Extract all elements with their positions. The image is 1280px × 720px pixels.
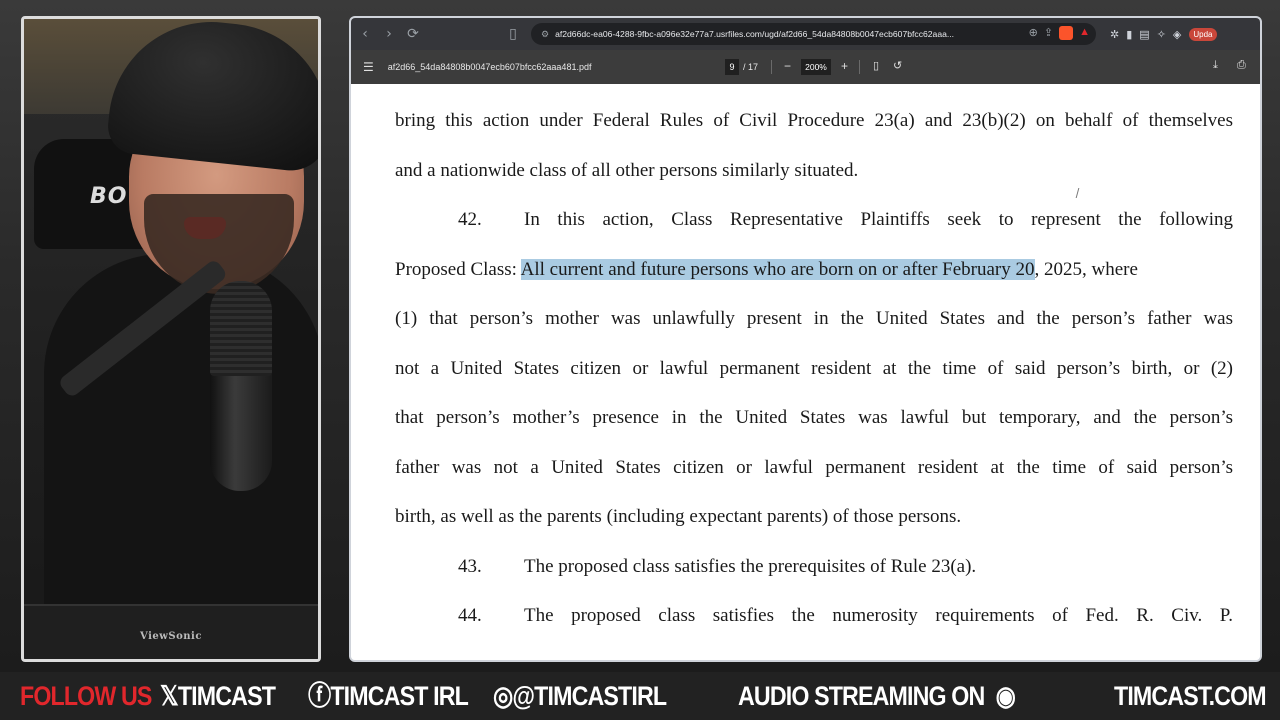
vpn-icon[interactable]: ◈ [1173, 28, 1181, 41]
bookmark-icon[interactable]: ▯ [503, 24, 523, 44]
page-number-input[interactable]: 9 [725, 59, 739, 75]
audio-streaming: AUDIO STREAMING ON ◉ [738, 673, 1016, 719]
rotate-icon[interactable]: ↺ [893, 59, 902, 72]
follow-us-label: FOLLOW US [20, 681, 152, 711]
document-line: birth, as well as the parents (including… [395, 506, 962, 527]
document-line: In this action, Class Representative Pla… [524, 209, 1233, 230]
pdf-page: bring this action under Federal Rules of… [351, 84, 1260, 660]
back-icon[interactable]: ‹ [355, 24, 375, 44]
address-bar-row: ‹ › ⟳ ▯ ⚙ af2d66dc-ea06-4288-9fbc-a096e3… [351, 18, 1260, 50]
url-field[interactable]: ⚙ af2d66dc-ea06-4288-9fbc-a096e32e77a7.u… [531, 23, 1096, 45]
document-line: bring this action under Federal Rules of… [395, 110, 1233, 131]
document-line: father was not a United States citizen o… [395, 457, 1233, 478]
host-torso [44, 254, 318, 659]
instagram-handle: ◎@TIMCASTIRL [493, 673, 667, 719]
document-line: not a United States citizen or lawful pe… [395, 358, 1233, 379]
facebook-handle-text: TIMCAST IRL [330, 681, 468, 711]
x-logo-icon: 𝕏 [160, 681, 179, 711]
fit-page-icon[interactable]: ▯ [873, 59, 879, 72]
wallet-icon[interactable]: ▤ [1139, 28, 1149, 41]
pdf-toolbar: ☰ af2d66_54da84808b0047ecb607bfcc62aaa48… [351, 50, 1260, 84]
line-suffix: , 2025, where [1034, 259, 1138, 280]
brave-shield-icon[interactable] [1059, 26, 1074, 40]
line-prefix: Proposed Class: [395, 259, 521, 280]
site-url: TIMCAST.COM [1114, 681, 1267, 711]
zoom-in-icon[interactable]: + [841, 59, 848, 73]
toolbar-divider [859, 60, 860, 74]
zoom-out-icon[interactable]: − [784, 59, 791, 73]
zoom-level[interactable]: 200% [801, 59, 831, 75]
microphone-grill [210, 281, 272, 376]
highlighted-text[interactable]: All current and future persons who are b… [520, 259, 1035, 280]
extension-icons: ✲ ▮ ▤ ✧ ◈ [1110, 28, 1181, 41]
document-line: (1) that person’s mother was unlawfully … [395, 308, 1233, 329]
document-line: Proposed Class: All current and future p… [395, 259, 1233, 281]
document-line: that person’s mother’s presence in the U… [395, 407, 1233, 428]
instagram-handle-text: @TIMCASTIRL [512, 681, 667, 711]
zoom-icon[interactable]: ⊕ [1029, 26, 1038, 40]
menu-icon[interactable]: ☰ [363, 60, 374, 74]
x-handle-text: TIMCAST [177, 681, 276, 711]
paragraph-number: 44. [458, 605, 482, 626]
toolbar-divider [771, 60, 772, 74]
sidebar-icon[interactable]: ▮ [1126, 28, 1132, 41]
site-settings-icon[interactable]: ⚙ [541, 29, 549, 40]
spotify-icon: ◉ [995, 681, 1016, 711]
update-button[interactable]: Upda [1189, 27, 1217, 41]
monitor-brand: ViewSonic [140, 631, 202, 642]
chair-logo-text: BO [90, 184, 128, 209]
audio-streaming-text: AUDIO STREAMING ON [738, 681, 985, 711]
mouse-cursor [1075, 188, 1085, 198]
document-line: The proposed class satisfies the numeros… [524, 605, 1233, 626]
paragraph-number: 43. [458, 556, 482, 577]
facebook-icon: ⓕ [308, 681, 331, 711]
page-total: / 17 [743, 62, 759, 72]
rewards-icon[interactable]: ▲ [1079, 26, 1090, 40]
facebook-handle: ⓕTIMCAST IRL [308, 673, 469, 719]
print-icon[interactable]: ⎙ [1237, 59, 1246, 72]
pdf-filename: af2d66_54da84808b0047ecb607bfcc62aaa481.… [387, 62, 592, 72]
reload-icon[interactable]: ⟳ [403, 24, 423, 44]
paragraph-number: 42. [458, 209, 482, 230]
instagram-icon: ◎ [493, 681, 513, 711]
document-line: and a nationwide class of all other pers… [395, 160, 859, 181]
forward-icon[interactable]: › [379, 24, 399, 44]
leo-icon[interactable]: ✧ [1157, 28, 1166, 41]
download-icon[interactable]: ⤓ [1213, 59, 1218, 72]
url-text: af2d66dc-ea06-4288-9fbc-a096e32e77a7.usr… [555, 29, 955, 39]
webcam-feed: BO ViewSonic [21, 16, 321, 662]
browser-window: ‹ › ⟳ ▯ ⚙ af2d66dc-ea06-4288-9fbc-a096e3… [349, 16, 1262, 662]
share-icon[interactable]: ⇪ [1044, 26, 1053, 40]
url-actions: ⊕ ⇪ ▲ [1029, 26, 1090, 40]
extensions-icon[interactable]: ✲ [1110, 28, 1119, 41]
host-mouth [184, 217, 226, 239]
x-handle: 𝕏TIMCAST [160, 673, 276, 719]
document-line: The proposed class satisfies the prerequ… [524, 556, 977, 577]
